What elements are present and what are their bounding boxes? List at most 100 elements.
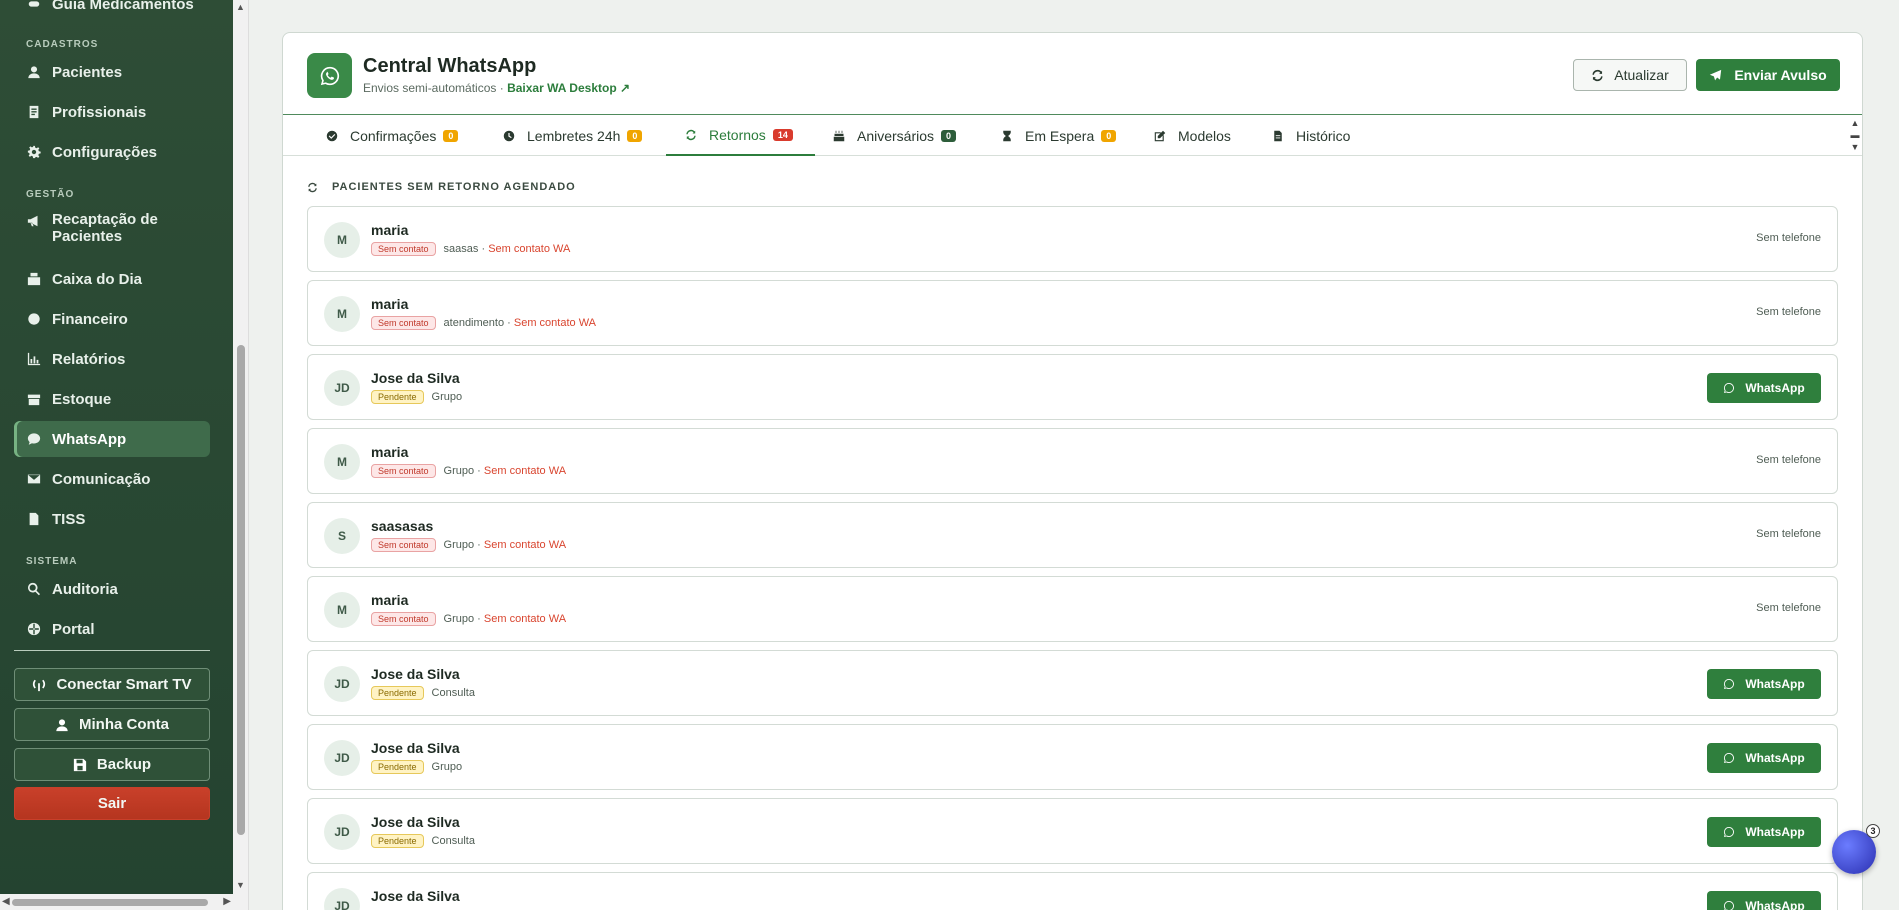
scrollbar-thumb[interactable] xyxy=(237,345,245,835)
sidebar-item-whatsapp[interactable]: WhatsApp xyxy=(14,421,210,457)
appointment-type: Consulta xyxy=(431,835,475,847)
separator: · xyxy=(481,243,486,255)
tab-modelos[interactable]: Modelos xyxy=(1154,115,1231,156)
whatsapp-central-card: Central WhatsApp Envios semi-automáticos… xyxy=(282,32,1863,910)
count-badge: 14 xyxy=(772,128,793,141)
button-label: Minha Conta xyxy=(79,716,169,733)
tab-scroll-control[interactable]: ▲ ▬ ▼ xyxy=(1850,117,1860,155)
no-wa-contact-label: Sem contato WA xyxy=(483,539,567,551)
appointment-type: Grupo xyxy=(431,391,463,403)
status-badge: Pendente xyxy=(371,834,424,848)
appointment-type: atendimento xyxy=(443,317,505,329)
tab-lembretes[interactable]: Lembretes 24h 0 xyxy=(503,115,643,156)
tab-historico[interactable]: Histórico xyxy=(1272,115,1350,156)
connect-smart-tv-button[interactable]: Conectar Smart TV xyxy=(14,668,210,701)
logout-button[interactable]: Sair xyxy=(14,787,210,820)
birthday-cake-icon xyxy=(833,130,845,141)
appointment-type: Grupo xyxy=(443,465,475,477)
sidebar-item-recaptacao[interactable]: Recaptação de Pacientes xyxy=(14,206,210,250)
tab-retornos[interactable]: Retornos 14 xyxy=(666,115,815,156)
sidebar-item-label: Financeiro xyxy=(52,310,128,328)
tab-label: Modelos xyxy=(1178,127,1231,144)
tab-label: Lembretes 24h xyxy=(527,127,621,144)
section-title: PACIENTES SEM RETORNO AGENDADO xyxy=(307,181,576,193)
tab-em-espera[interactable]: Em Espera 0 xyxy=(1001,115,1117,156)
tab-aniversarios[interactable]: Aniversários 0 xyxy=(833,115,957,156)
send-single-button[interactable]: Enviar Avulso xyxy=(1696,59,1840,91)
user-icon xyxy=(26,64,42,80)
sidebar-item-label: TISS xyxy=(52,510,86,528)
sidebar-item-financeiro[interactable]: Financeiro xyxy=(14,301,210,337)
whatsapp-icon xyxy=(1724,383,1735,393)
hourglass-icon xyxy=(1003,130,1011,141)
sidebar-item-estoque[interactable]: Estoque xyxy=(14,381,210,417)
refresh-button[interactable]: Atualizar xyxy=(1573,59,1687,91)
scroll-right-arrow-icon[interactable]: ▶ xyxy=(223,896,231,907)
sidebar-item-profissionais[interactable]: Profissionais xyxy=(14,94,210,130)
sidebar-item-label: Configurações xyxy=(52,143,158,161)
no-phone-label: Sem telefone xyxy=(1756,454,1821,466)
scrollbar-thumb[interactable] xyxy=(12,899,208,906)
patient-name: Jose da Silva xyxy=(371,740,460,756)
whatsapp-send-button[interactable]: WhatsApp xyxy=(1707,817,1821,847)
gear-icon xyxy=(26,144,42,160)
no-wa-contact-label: Sem contato WA xyxy=(483,465,567,477)
sidebar-item-guia-medicamentos[interactable]: Guia Medicamentos xyxy=(14,0,210,22)
refresh-icon xyxy=(686,129,696,140)
sidebar-item-configuracoes[interactable]: Configurações xyxy=(14,134,210,170)
scroll-left-arrow-icon[interactable]: ◀ xyxy=(2,896,10,907)
file-icon xyxy=(1274,130,1282,141)
patient-meta: Pendente Grupo xyxy=(371,390,462,404)
page-title: Central WhatsApp xyxy=(363,55,537,77)
sidebar-item-tiss[interactable]: TISS xyxy=(14,501,210,537)
sidebar-scrollbar[interactable]: ▲ ▼ xyxy=(233,0,249,910)
whatsapp-icon xyxy=(1724,679,1735,689)
sidebar-item-label: Guia Medicamentos xyxy=(52,0,194,13)
whatsapp-send-button[interactable]: WhatsApp xyxy=(1707,373,1821,403)
globe-icon xyxy=(26,621,42,637)
tab-confirmacoes[interactable]: Confirmações 0 xyxy=(326,115,459,156)
status-badge: Sem contato xyxy=(371,242,436,256)
scroll-down-arrow-icon[interactable]: ▼ xyxy=(236,880,245,890)
status-badge: Sem contato xyxy=(371,612,436,626)
button-label: WhatsApp xyxy=(1745,899,1805,910)
patient-row: JD Jose da Silva Pendente Grupo WhatsApp xyxy=(307,724,1838,790)
whatsapp-send-button[interactable]: WhatsApp xyxy=(1707,891,1821,910)
button-label: Sair xyxy=(97,795,127,812)
chat-bubble-icon xyxy=(26,431,42,447)
tab-label: Confirmações xyxy=(350,127,437,144)
patient-meta: Sem contato atendimento · Sem contato WA xyxy=(371,316,596,330)
backup-button[interactable]: Backup xyxy=(14,748,210,781)
download-wa-desktop-link[interactable]: Baixar WA Desktop ↗ xyxy=(507,81,630,95)
tab-bar: Confirmações 0 Lembretes 24h 0 Retornos … xyxy=(283,114,1862,156)
sidebar-item-pacientes[interactable]: Pacientes xyxy=(14,54,210,90)
sidebar-item-relatorios[interactable]: Relatórios xyxy=(14,341,210,377)
whatsapp-send-button[interactable]: WhatsApp xyxy=(1707,669,1821,699)
patient-name: maria xyxy=(371,296,409,312)
sidebar-item-comunicacao[interactable]: Comunicação xyxy=(14,461,210,497)
no-phone-label: Sem telefone xyxy=(1756,306,1821,318)
sidebar-item-portal[interactable]: Portal xyxy=(14,611,210,647)
patient-row: JD Jose da Silva WhatsApp xyxy=(307,872,1838,910)
patient-row: M maria Sem contato Grupo · Sem contato … xyxy=(307,576,1838,642)
save-icon xyxy=(73,758,87,771)
no-phone-label: Sem telefone xyxy=(1756,602,1821,614)
whatsapp-send-button[interactable]: WhatsApp xyxy=(1707,743,1821,773)
user-icon xyxy=(56,718,68,731)
whatsapp-icon xyxy=(1724,753,1735,763)
status-badge: Pendente xyxy=(371,686,424,700)
sidebar-item-caixa[interactable]: Caixa do Dia xyxy=(14,261,210,297)
my-account-button[interactable]: Minha Conta xyxy=(14,708,210,741)
avatar: JD xyxy=(324,740,360,776)
patient-row: JD Jose da Silva Pendente Grupo WhatsApp xyxy=(307,354,1838,420)
separator: · xyxy=(477,539,481,551)
scroll-up-arrow-icon[interactable]: ▲ xyxy=(236,2,245,12)
avatar: M xyxy=(324,222,360,258)
section-label-sistema: SISTEMA xyxy=(26,556,78,567)
sidebar-item-auditoria[interactable]: Auditoria xyxy=(14,571,210,607)
chat-notification-badge: 3 xyxy=(1866,824,1880,838)
avatar: M xyxy=(324,444,360,480)
horizontal-scrollbar[interactable]: ◀ ▶ xyxy=(0,894,233,910)
avatar: S xyxy=(324,518,360,554)
avatar: JD xyxy=(324,666,360,702)
